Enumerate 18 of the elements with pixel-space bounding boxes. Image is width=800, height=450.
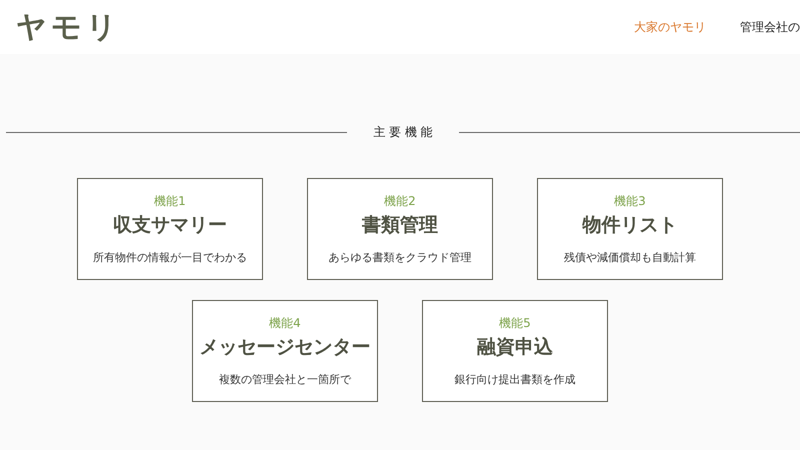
feature-title: 収支サマリー — [113, 213, 227, 238]
feature-number: 機能1 — [154, 193, 186, 210]
feature-description: 残債や減価償却も自動計算 — [564, 250, 696, 265]
feature-title: 融資申込 — [477, 335, 553, 360]
feature-number: 機能5 — [499, 315, 531, 332]
feature-number: 機能2 — [384, 193, 416, 210]
feature-title: メッセージセンター — [200, 335, 370, 360]
feature-description: あらゆる書類をクラウド管理 — [328, 250, 472, 265]
feature-title: 書類管理 — [362, 213, 438, 238]
feature-description: 銀行向け提出書類を作成 — [454, 372, 576, 387]
logo: ヤモリ — [16, 8, 121, 46]
feature-number: 機能4 — [269, 315, 301, 332]
feature-title: 物件リスト — [582, 213, 678, 238]
feature-description: 複数の管理会社と一箇所で — [219, 372, 351, 387]
feature-description: 所有物件の情報が一目でわかる — [93, 250, 247, 265]
feature-number: 機能3 — [614, 193, 646, 210]
nav-link[interactable]: 管理会社の — [740, 18, 800, 36]
section-title: 主 要 機 能 — [373, 124, 433, 141]
